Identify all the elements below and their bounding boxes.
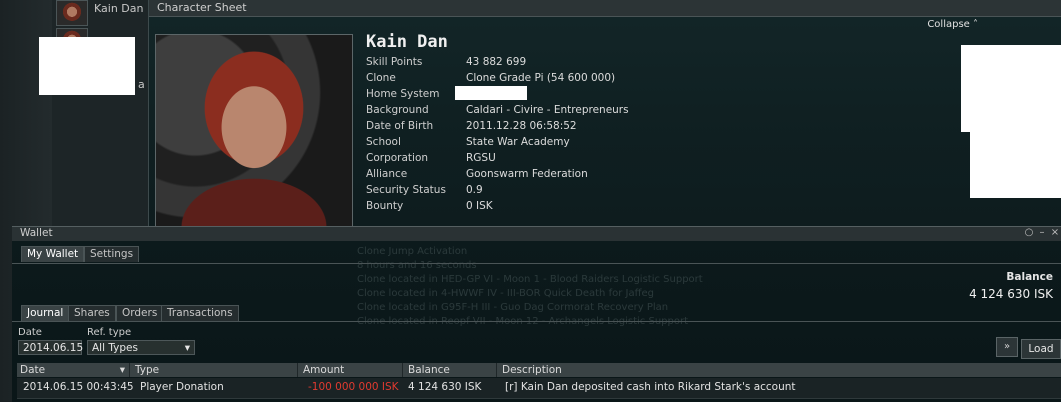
- character-entry-name: a: [138, 78, 145, 91]
- corporation-value[interactable]: RGSU: [466, 152, 496, 164]
- wallet-window: Wallet ○ – × Clone Jump Activation 8 hou…: [12, 226, 1061, 402]
- tab-settings[interactable]: Settings: [84, 246, 140, 262]
- tab-divider: [12, 321, 1061, 322]
- tab-shares[interactable]: Shares: [68, 305, 116, 321]
- skill-points-value: 43 882 699: [466, 56, 527, 68]
- background-line: Clone Jump Activation: [357, 246, 468, 257]
- date-filter-label: Date: [18, 327, 42, 338]
- character-sheet-titlebar[interactable]: Character Sheet: [149, 0, 1061, 17]
- date-of-birth-value: 2011.12.28 06:58:52: [466, 120, 577, 132]
- character-avatar: [56, 0, 88, 26]
- column-header-label: Date: [20, 364, 46, 376]
- school-value[interactable]: State War Academy: [466, 136, 570, 148]
- chevron-down-icon: ▾: [184, 342, 190, 354]
- tab-my-wallet[interactable]: My Wallet: [21, 246, 85, 262]
- home-system-redaction: [455, 86, 527, 100]
- collapse-label: Collapse: [927, 19, 970, 30]
- character-entry-name: Kain Dan: [94, 2, 144, 15]
- security-status-label: Security Status: [366, 184, 446, 196]
- character-entry-1[interactable]: Kain Dan: [56, 0, 146, 26]
- sort-icon: ▾: [119, 364, 125, 376]
- background-line: Clone located in G95F-H III - Guo Dag Co…: [357, 302, 669, 313]
- ref-type-select[interactable]: All Types ▾: [87, 340, 195, 355]
- tab-journal[interactable]: Journal: [21, 305, 70, 321]
- column-header-date[interactable]: Date ▾: [17, 363, 130, 377]
- security-status-value: 0.9: [466, 184, 483, 196]
- home-system-label: Home System: [366, 88, 440, 100]
- alliance-label: Alliance: [366, 168, 408, 180]
- window-title: Character Sheet: [157, 1, 247, 14]
- corporation-label: Corporation: [366, 152, 429, 164]
- clone-value[interactable]: Clone Grade Pi (54 600 000): [466, 72, 615, 84]
- background-label: Background: [366, 104, 429, 116]
- column-header-balance[interactable]: Balance: [405, 363, 497, 377]
- background-line: Clone located in HED-GP VI - Moon 1 - Bl…: [357, 274, 703, 285]
- load-button[interactable]: Load: [1021, 339, 1061, 359]
- ref-type-label: Ref. type: [87, 327, 132, 338]
- cell-date: 2014.06.15 00:43:45: [23, 381, 134, 393]
- redaction-block-right-bottom: [970, 132, 1061, 198]
- skill-points-label: Skill Points: [366, 56, 423, 68]
- column-header-type[interactable]: Type: [132, 363, 298, 377]
- cell-balance: 4 124 630 ISK: [408, 381, 482, 393]
- character-name: Kain Dan: [366, 32, 448, 52]
- window-title: Wallet: [20, 227, 53, 239]
- redaction-block: [39, 37, 135, 95]
- close-icon[interactable]: ×: [1049, 227, 1061, 240]
- column-header-description[interactable]: Description: [499, 363, 1061, 377]
- character-list: Kain Dan a: [52, 0, 149, 228]
- wallet-titlebar[interactable]: Wallet ○ – ×: [12, 227, 1061, 241]
- settings-icon[interactable]: ○: [1023, 227, 1035, 240]
- journal-table-header: Date ▾ Type Amount Balance Description: [17, 363, 1061, 377]
- tab-transactions[interactable]: Transactions: [161, 305, 239, 321]
- date-of-birth-label: Date of Birth: [366, 120, 434, 132]
- clone-label: Clone: [366, 72, 396, 84]
- background-line: Clone located in Reopf VII - Moon 12 - A…: [357, 315, 837, 329]
- bounty-value: 0 ISK: [466, 200, 493, 212]
- cell-description: [r] Kain Dan deposited cash into Rikard …: [505, 381, 796, 393]
- cell-type: Player Donation: [140, 381, 224, 393]
- tab-orders[interactable]: Orders: [116, 305, 164, 321]
- alliance-value[interactable]: Goonswarm Federation: [466, 168, 588, 180]
- character-sheet-window: Character Sheet Collapse ˄ Kain Dan Skil…: [148, 0, 1061, 228]
- bounty-label: Bounty: [366, 200, 404, 212]
- collapse-button[interactable]: Collapse ˄: [927, 19, 978, 30]
- chevron-up-icon: ˄: [973, 19, 978, 30]
- minimize-icon[interactable]: –: [1036, 227, 1048, 240]
- background-value: Caldari - Civire - Entrepreneurs: [466, 104, 629, 116]
- balance-label: Balance: [1006, 271, 1053, 283]
- background-line: 8 hours and 16 seconds: [357, 260, 477, 271]
- tab-divider: [12, 263, 1061, 264]
- school-label: School: [366, 136, 401, 148]
- redaction-block-right-top: [961, 45, 1061, 132]
- background-line: Clone located in 4-HWWF IV - III-BOR Qui…: [357, 288, 654, 299]
- table-row[interactable]: 2014.06.15 00:43:45 Player Donation -100…: [17, 378, 1061, 399]
- balance-value: 4 124 630 ISK: [969, 287, 1053, 301]
- character-portrait: [155, 34, 353, 228]
- ref-type-value: All Types: [92, 342, 138, 354]
- column-header-amount[interactable]: Amount: [300, 363, 403, 377]
- forward-icon[interactable]: »: [996, 337, 1018, 357]
- cell-amount: -100 000 000 ISK: [308, 381, 399, 393]
- date-filter-input[interactable]: 2014.06.15: [18, 340, 83, 355]
